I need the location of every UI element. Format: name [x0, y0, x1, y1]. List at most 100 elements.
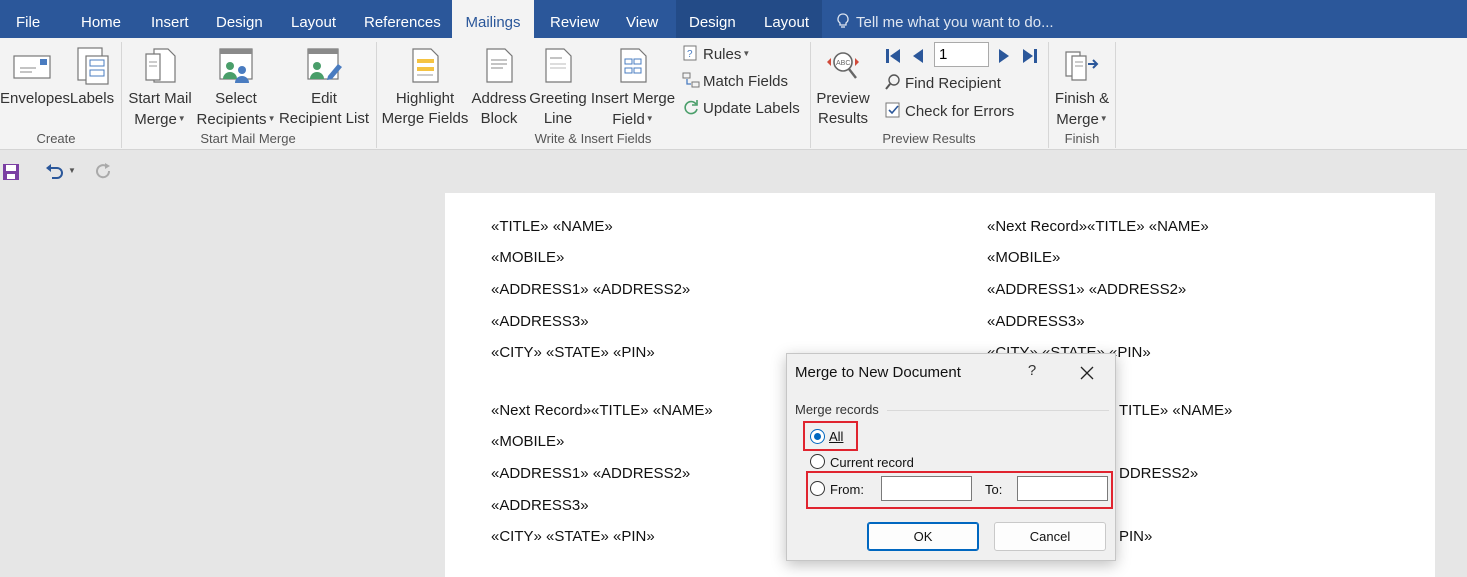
radio-current-record-label[interactable]: Current record: [830, 455, 914, 470]
insert-merge-field-button[interactable]: Insert Merge Field▼: [590, 46, 676, 130]
to-label[interactable]: To:: [985, 482, 1002, 497]
merge-field-line: «MOBILE»: [491, 433, 565, 450]
highlight-merge-fields-button[interactable]: Highlight Merge Fields: [380, 46, 470, 129]
finish-and-merge-label-1: Finish &: [1054, 90, 1110, 107]
group-write-insert-label: Write & Insert Fields: [534, 131, 652, 146]
edit-recipient-list-icon: [307, 48, 342, 80]
merge-field-line: DDRESS2»: [1119, 465, 1199, 482]
tab-file[interactable]: File: [16, 0, 40, 38]
undo-icon[interactable]: [44, 163, 64, 181]
labels-button[interactable]: Labels: [68, 46, 116, 109]
highlight-merge-fields-icon: [412, 48, 439, 83]
tab-view[interactable]: View: [626, 0, 658, 38]
dialog-title: Merge to New Document: [795, 364, 961, 381]
group-divider: [376, 42, 377, 148]
redo-icon[interactable]: [95, 163, 113, 181]
rules-button[interactable]: ? Rules▼: [682, 44, 750, 65]
radio-all[interactable]: [810, 429, 825, 444]
merge-field-line: «CITY» «STATE» «PIN»: [491, 528, 655, 545]
radio-all-label[interactable]: All: [829, 429, 843, 444]
tab-mailings[interactable]: Mailings: [452, 0, 534, 38]
group-finish-label: Finish: [1064, 131, 1100, 146]
group-separator: [887, 410, 1109, 411]
preview-results-label-2: Results: [817, 110, 869, 127]
next-record-icon[interactable]: [996, 47, 1012, 65]
finish-and-merge-icon: [1065, 51, 1099, 81]
undo-dropdown-icon[interactable]: ▼: [68, 166, 76, 175]
record-number-input[interactable]: 1: [934, 42, 989, 67]
select-recipients-label-1: Select: [215, 90, 257, 107]
update-labels-icon: [684, 100, 698, 115]
ribbon-tab-bar: File Home Insert Design Layout Reference…: [0, 0, 1467, 38]
finish-and-merge-button[interactable]: Finish & Merge▼: [1050, 46, 1114, 130]
insert-merge-field-label-1: Insert Merge: [590, 90, 676, 107]
group-create-label: Create: [36, 131, 76, 146]
tab-references[interactable]: References: [364, 0, 441, 38]
tell-me-search[interactable]: Tell me what you want to do...: [836, 0, 1054, 38]
greeting-line-label-2: Line: [543, 110, 573, 127]
help-button[interactable]: ?: [1022, 362, 1042, 384]
start-mail-merge-label-2: Merge: [134, 111, 177, 128]
insert-merge-field-icon: [620, 48, 647, 83]
previous-record-icon[interactable]: [910, 47, 926, 65]
start-mail-merge-button[interactable]: Start Mail Merge▼: [124, 46, 196, 130]
find-recipient-button[interactable]: Find Recipient: [884, 73, 1001, 94]
greeting-line-button[interactable]: Greeting Line: [528, 46, 588, 129]
tab-design[interactable]: Design: [216, 0, 263, 38]
merge-field-line: «ADDRESS1» «ADDRESS2»: [987, 281, 1187, 298]
rules-icon: ?: [683, 45, 697, 61]
tab-review[interactable]: Review: [550, 0, 599, 38]
merge-field-line: «ADDRESS1» «ADDRESS2»: [491, 465, 691, 482]
select-recipients-button[interactable]: Select Recipients▼: [196, 46, 276, 130]
group-divider: [810, 42, 811, 148]
radio-current-record[interactable]: [810, 454, 825, 469]
labels-icon: [77, 47, 109, 85]
from-label[interactable]: From:: [830, 482, 864, 497]
finish-and-merge-label-2: Merge: [1056, 111, 1099, 128]
edit-recipient-list-label-1: Edit: [311, 90, 337, 107]
group-divider: [121, 42, 122, 148]
merge-field-line: «MOBILE»: [987, 249, 1061, 266]
merge-to-new-document-dialog: Merge to New Document ? Merge records Al…: [786, 353, 1116, 561]
tab-table-design[interactable]: Design: [689, 0, 736, 38]
check-for-errors-button[interactable]: Check for Errors: [884, 101, 1014, 122]
tab-insert[interactable]: Insert: [151, 0, 189, 38]
select-recipients-icon: [219, 48, 253, 83]
preview-results-button[interactable]: ABC Preview Results: [812, 46, 874, 129]
merge-field-line: «ADDRESS3»: [491, 497, 589, 514]
cancel-button[interactable]: Cancel: [994, 522, 1106, 551]
rules-label: Rules: [703, 46, 742, 63]
merge-field-line: «ADDRESS1» «ADDRESS2»: [491, 281, 691, 298]
address-block-label-2: Block: [480, 110, 518, 127]
last-record-icon[interactable]: [1021, 47, 1039, 65]
tab-layout[interactable]: Layout: [291, 0, 336, 38]
dropdown-caret-icon: ▼: [267, 114, 276, 123]
merge-field-line: «Next Record»«TITLE» «NAME»: [491, 402, 713, 419]
group-preview-results-label: Preview Results: [882, 131, 976, 146]
from-input[interactable]: [881, 476, 972, 501]
tab-table-layout[interactable]: Layout: [764, 0, 809, 38]
to-input[interactable]: [1017, 476, 1108, 501]
merge-field-line: «CITY» «STATE» «PIN»: [491, 344, 655, 361]
save-icon[interactable]: [2, 163, 20, 181]
first-record-icon[interactable]: [884, 47, 902, 65]
tab-home[interactable]: Home: [81, 0, 121, 38]
merge-field-line: «TITLE» «NAME»: [491, 218, 613, 235]
svg-text:ABC: ABC: [836, 60, 850, 67]
start-mail-merge-icon: [145, 48, 176, 83]
ok-button[interactable]: OK: [867, 522, 979, 551]
radio-from[interactable]: [810, 481, 825, 496]
match-fields-button[interactable]: Match Fields: [682, 71, 788, 92]
update-labels-button[interactable]: Update Labels: [682, 98, 800, 119]
match-fields-icon: [682, 72, 700, 88]
close-button[interactable]: [1072, 362, 1102, 384]
insert-merge-field-label-2: Field: [612, 111, 645, 128]
highlight-merge-fields-label-1: Highlight: [395, 90, 455, 107]
quick-access-toolbar: ▼: [0, 151, 1467, 191]
edit-recipient-list-button[interactable]: Edit Recipient List: [278, 46, 370, 129]
close-icon: [1080, 366, 1094, 380]
find-recipient-icon: [885, 74, 900, 90]
merge-records-label: Merge records: [795, 402, 879, 417]
envelopes-button[interactable]: Envelopes: [0, 46, 70, 109]
address-block-button[interactable]: Address Block: [470, 46, 528, 129]
